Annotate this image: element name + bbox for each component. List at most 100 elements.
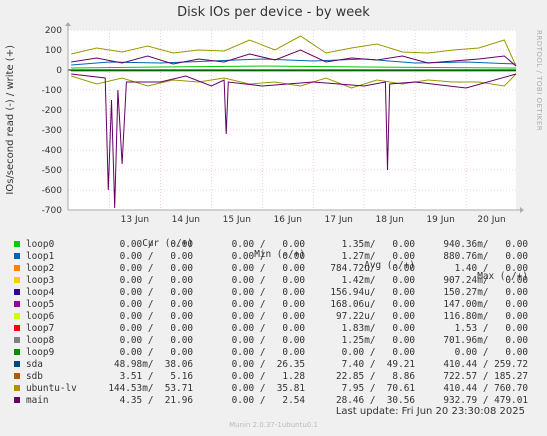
y-tick-label: 100	[45, 46, 62, 56]
legend-swatch	[14, 253, 20, 259]
legend-swatch	[14, 265, 20, 271]
legend-cur: 48.98m/ 38.06	[113, 359, 193, 370]
legend-max: 701.96m/ 0.00	[443, 335, 528, 346]
y-tick-label: -400	[42, 146, 63, 156]
legend-device-name: loop0	[26, 239, 55, 250]
legend-row: loop0 0.00 / 0.00 0.00 / 0.00 1.35m/ 0.00 94…	[0, 239, 547, 251]
legend-cur: 0.00 / 0.00	[119, 287, 193, 298]
legend-device-name: sdb	[26, 371, 43, 382]
legend-device-name: loop9	[26, 347, 55, 358]
legend-cur: 144.53m/ 53.71	[108, 383, 193, 394]
legend-device-name: loop1	[26, 251, 55, 262]
y-tick-label: 200	[45, 26, 62, 36]
legend-min: 0.00 / 0.00	[231, 275, 305, 286]
legend-max: 410.44 / 259.72	[443, 359, 528, 370]
legend-device-name: sda	[26, 359, 43, 370]
legend-swatch	[14, 397, 20, 403]
y-tick-label: -100	[42, 86, 63, 96]
legend-max: 410.44 / 760.70	[443, 383, 528, 394]
legend-row: loop9 0.00 / 0.00 0.00 / 0.00 0.00 / 0.00 0.…	[0, 347, 547, 359]
legend-device-name: loop4	[26, 287, 55, 298]
legend-max: 907.24m/ 0.00	[443, 275, 528, 286]
y-tick-label: -500	[42, 166, 63, 176]
legend-device-name: loop5	[26, 299, 55, 310]
y-tick-label: -700	[42, 206, 63, 216]
legend-max: 116.80m/ 0.00	[443, 311, 528, 322]
legend-avg: 7.40 / 49.21	[341, 359, 415, 370]
legend-min: 0.00 / 0.00	[231, 239, 305, 250]
legend-avg: 1.25m/ 0.00	[341, 335, 415, 346]
legend-cur: 0.00 / 0.00	[119, 323, 193, 334]
legend-device-name: loop7	[26, 323, 55, 334]
legend-min: 0.00 / 0.00	[231, 311, 305, 322]
legend-cur: 0.00 / 0.00	[119, 311, 193, 322]
legend-row: loop8 0.00 / 0.00 0.00 / 0.00 1.25m/ 0.00 70…	[0, 335, 547, 347]
legend-avg: 156.94u/ 0.00	[330, 287, 415, 298]
legend-avg: 0.00 / 0.00	[341, 347, 415, 358]
legend-max: 932.79 / 479.01	[443, 395, 528, 406]
legend-max: 150.27m/ 0.00	[443, 287, 528, 298]
legend-max: 1.53 / 0.00	[454, 323, 528, 334]
legend-row: loop7 0.00 / 0.00 0.00 / 0.00 1.83m/ 0.00 1.…	[0, 323, 547, 335]
legend-avg: 97.22u/ 0.00	[335, 311, 415, 322]
legend-row: loop2 0.00 / 0.00 0.00 / 0.00 784.72u/ 0.00…	[0, 263, 547, 275]
legend-row: sda 48.98m/ 38.06 0.00 / 26.35 7.40 / 49.21…	[0, 359, 547, 371]
legend-swatch	[14, 313, 20, 319]
legend-device-name: loop8	[26, 335, 55, 346]
legend-row: loop3 0.00 / 0.00 0.00 / 0.00 1.42m/ 0.00 90…	[0, 275, 547, 287]
legend-avg: 22.85 / 8.86	[335, 371, 415, 382]
legend-row: loop4 0.00 / 0.00 0.00 / 0.00 156.94u/ 0.00…	[0, 287, 547, 299]
legend-min: 0.00 / 0.00	[231, 347, 305, 358]
legend-swatch	[14, 349, 20, 355]
legend-cur: 0.00 / 0.00	[119, 251, 193, 262]
legend-min: 0.00 / 0.00	[231, 287, 305, 298]
legend-avg: 168.06u/ 0.00	[330, 299, 415, 310]
legend-row: loop6 0.00 / 0.00 0.00 / 0.00 97.22u/ 0.00 1…	[0, 311, 547, 323]
legend-max: 147.00m/ 0.00	[443, 299, 528, 310]
legend-cur: 0.00 / 0.00	[119, 335, 193, 346]
x-tick-label: 18 Jun	[375, 215, 403, 225]
legend-min: 0.00 / 0.00	[231, 299, 305, 310]
legend-max: 722.57 / 185.27	[443, 371, 528, 382]
legend-cur: 0.00 / 0.00	[119, 275, 193, 286]
plot-background	[68, 30, 516, 210]
legend-min: 0.00 / 26.35	[231, 359, 305, 370]
legend-device-name: loop2	[26, 263, 55, 274]
x-tick-label: 16 Jun	[274, 215, 302, 225]
legend-device-name: loop6	[26, 311, 55, 322]
chart-area: 200 100 0 -100 -200 -300 -400 -500 -600 -700 13 Ju…	[42, 22, 524, 225]
legend-min: 0.00 / 0.00	[231, 323, 305, 334]
legend-swatch	[14, 277, 20, 283]
legend-row: loop5 0.00 / 0.00 0.00 / 0.00 168.06u/ 0.00…	[0, 299, 547, 311]
legend-cur: 0.00 / 0.00	[119, 347, 193, 358]
x-tick-label: 15 Jun	[223, 215, 251, 225]
y-tick-label: -600	[42, 186, 63, 196]
legend-max: 0.00 / 0.00	[454, 347, 528, 358]
legend-swatch	[14, 241, 20, 247]
x-tick-label: 14 Jun	[172, 215, 200, 225]
legend-cur: 3.51 / 5.16	[119, 371, 193, 382]
legend-cur: 0.00 / 0.00	[119, 263, 193, 274]
legend-device-name: ubuntu-lv	[26, 383, 77, 394]
x-tick-label: 17 Jun	[325, 215, 353, 225]
legend-swatch	[14, 337, 20, 343]
y-tick-label: -300	[42, 126, 63, 136]
legend-header: Cur (-/+) Min (-/+) Avg (-/+) Max (-/+)	[0, 227, 547, 282]
x-axis-arrow	[520, 207, 524, 213]
x-tick-label: 20 Jun	[477, 215, 505, 225]
legend-swatch	[14, 373, 20, 379]
legend-min: 0.00 / 2.54	[231, 395, 305, 406]
legend-min: 0.00 / 0.00	[231, 251, 305, 262]
legend-swatch	[14, 385, 20, 391]
legend-min: 0.00 / 35.81	[231, 383, 305, 394]
legend-swatch	[14, 325, 20, 331]
legend-swatch	[14, 361, 20, 367]
legend-cur: 0.00 / 0.00	[119, 239, 193, 250]
legend-avg: 1.35m/ 0.00	[341, 239, 415, 250]
legend-device-name: loop3	[26, 275, 55, 286]
legend-swatch	[14, 301, 20, 307]
legend-avg: 1.83m/ 0.00	[341, 323, 415, 334]
legend-avg: 1.42m/ 0.00	[341, 275, 415, 286]
legend-min: 0.00 / 0.00	[231, 335, 305, 346]
legend-avg: 7.95 / 70.61	[341, 383, 415, 394]
